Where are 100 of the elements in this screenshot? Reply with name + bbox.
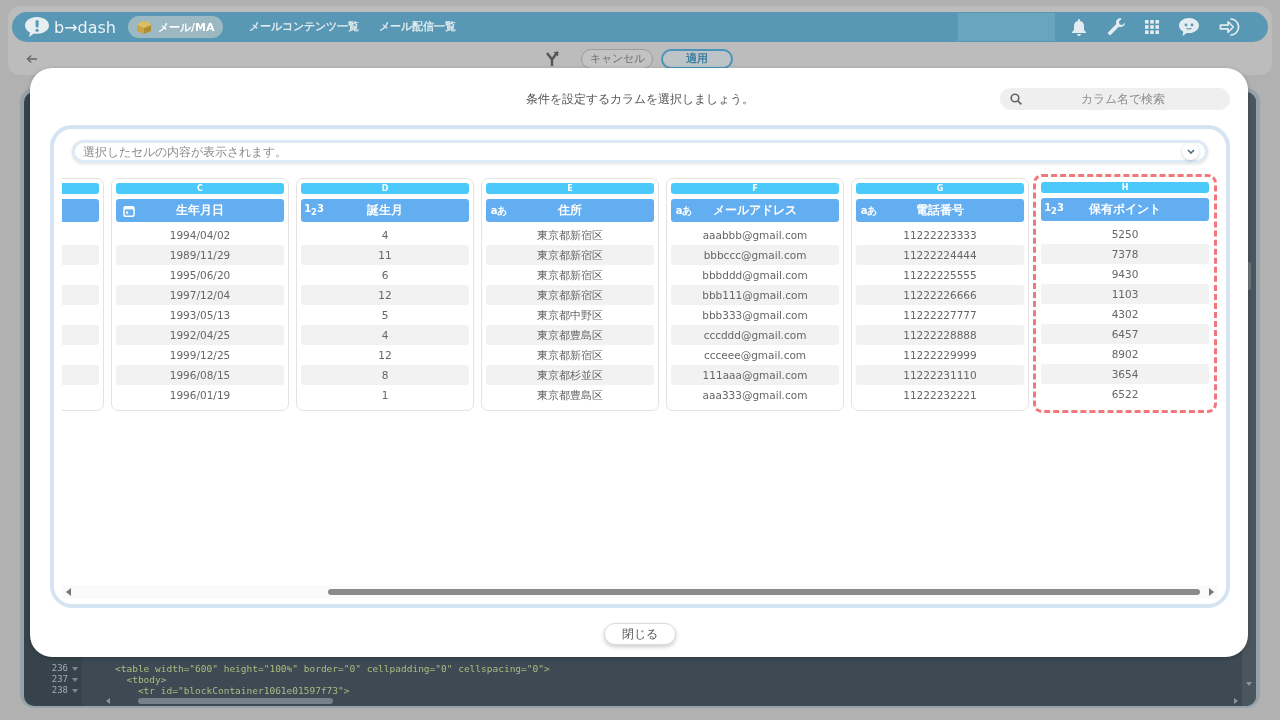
table-cell[interactable]: 6457	[1041, 324, 1209, 344]
wrench-icon[interactable]	[1106, 17, 1126, 37]
table-cell[interactable]: 11222225555	[856, 265, 1024, 285]
table-cell[interactable]: bbbccc@gmail.com	[671, 245, 839, 265]
search-icon	[1010, 93, 1022, 105]
table-cell[interactable]: 11222229999	[856, 345, 1024, 365]
table-cell[interactable]: 東京都豊島区	[486, 325, 654, 345]
table-cell[interactable]: 9430	[1041, 264, 1209, 284]
table-cell[interactable]: aaa333@gmail.com	[671, 385, 839, 405]
table-cell[interactable]: 1997/12/04	[116, 285, 284, 305]
close-button[interactable]: 閉じる	[604, 623, 676, 645]
table-cell[interactable]: 4	[301, 225, 469, 245]
table-cell[interactable]: 1103	[1041, 284, 1209, 304]
table-cell[interactable]: 1	[301, 385, 469, 405]
column-title: 保有ポイント	[1088, 201, 1162, 218]
column-card[interactable]: G aあ 電話番号 11222223333 11222224444 11222225555 11222226666 11222227777 11222228888 11222229999 11222231110 11222232221	[851, 178, 1029, 411]
column-letter: G	[856, 183, 1024, 194]
table-cell[interactable]: 東京都中野区	[486, 305, 654, 325]
speech-bubble-logo-icon	[24, 16, 50, 38]
chevron-down-icon	[1186, 149, 1195, 154]
table-cell[interactable]: 東京都豊島区	[486, 385, 654, 405]
text-type-glyph: aあ	[675, 205, 693, 216]
table-cell[interactable]: 7378	[1041, 244, 1209, 264]
scroll-left-arrow-icon[interactable]	[106, 698, 110, 704]
column-letter: C	[116, 183, 284, 194]
table-cell[interactable]: 1989/11/29	[116, 245, 284, 265]
scroll-right-arrow-icon[interactable]	[1234, 698, 1238, 704]
table-cell[interactable]: 6522	[1041, 384, 1209, 404]
column-letter: H	[1041, 182, 1209, 193]
scroll-down-arrow-icon[interactable]	[1246, 682, 1252, 686]
scrollbar-thumb[interactable]	[328, 589, 1200, 595]
column-title: 住所	[556, 202, 583, 219]
table-cell[interactable]: bbb333@gmail.com	[671, 305, 839, 325]
scroll-left-arrow-icon[interactable]	[66, 588, 71, 596]
table-cell[interactable]: 1993/05/13	[116, 305, 284, 325]
line-number: 238	[50, 685, 68, 696]
column-card[interactable]: C 生年月日 1994/04/02 1989/11/29 1995/06/20 1997/12/04 1993/05/13 1992/04/25 1999/12/25 1996/08/15 1996/01/19	[111, 178, 289, 411]
arrow-into-circle-icon[interactable]	[1219, 17, 1240, 37]
table-cell[interactable]: 11222224444	[856, 245, 1024, 265]
table-cell[interactable]: 11222223333	[856, 225, 1024, 245]
scroll-right-arrow-icon[interactable]	[1209, 588, 1214, 596]
line-number: 236	[50, 663, 68, 674]
column-letter: D	[301, 183, 469, 194]
text-type-glyph: aあ	[490, 205, 508, 216]
table-cell[interactable]: 1992/04/25	[116, 325, 284, 345]
table-cell[interactable]: bbbddd@gmail.com	[671, 265, 839, 285]
column-letter: F	[671, 183, 839, 194]
table-cell[interactable]: 8	[301, 365, 469, 385]
merge-arrow-icon[interactable]	[545, 50, 559, 67]
table-cell[interactable]: 東京都新宿区	[486, 245, 654, 265]
table-cell[interactable]: 11	[301, 245, 469, 265]
table-cell[interactable]: 1996/01/19	[116, 385, 284, 405]
box-icon	[136, 20, 152, 34]
column-title: 誕生月	[366, 202, 404, 219]
table-cell[interactable]: 8902	[1041, 344, 1209, 364]
code-line: <tbody>	[125, 674, 167, 685]
table-cell[interactable]: 11222227777	[856, 305, 1024, 325]
table-cell[interactable]: 4302	[1041, 304, 1209, 324]
table-cell[interactable]: ccceee@gmail.com	[671, 345, 839, 365]
column-card[interactable]: H 1$_{2}$3 保有ポイント 5250 7378 9430 1103 4302 6457 8902 3654 6522	[1033, 174, 1217, 413]
table-cell[interactable]: aaabbb@gmail.com	[671, 225, 839, 245]
table-cell[interactable]: 11222228888	[856, 325, 1024, 345]
table-cell[interactable]: 12	[301, 285, 469, 305]
scrollbar-thumb[interactable]	[138, 698, 333, 704]
table-cell[interactable]: 3654	[1041, 364, 1209, 384]
table-cell[interactable]: 1995/06/20	[116, 265, 284, 285]
column-card[interactable]: D 1$_{2}$3 誕生月 4 11 6 12 5 4 12 8 1	[296, 178, 474, 411]
table-cell[interactable]: 1999/12/25	[116, 345, 284, 365]
chat-face-icon[interactable]	[1178, 17, 1200, 37]
back-arrow-icon[interactable]	[26, 53, 38, 64]
bell-icon[interactable]	[1071, 18, 1087, 36]
table-cell[interactable]: 5250	[1041, 224, 1209, 244]
table-cell[interactable]: 111aaa@gmail.com	[671, 365, 839, 385]
table-cell[interactable]: 東京都新宿区	[486, 345, 654, 365]
table-cell[interactable]: 11222232221	[856, 385, 1024, 405]
code-line: <table width="600" height="100%" border="0" cellpadding="0" cellspacing="0">	[115, 663, 550, 674]
grid-icon[interactable]	[1145, 20, 1159, 34]
table-cell[interactable]: 東京都新宿区	[486, 265, 654, 285]
table-cell[interactable]: 東京都新宿区	[486, 225, 654, 245]
table-cell[interactable]: 4	[301, 325, 469, 345]
table-cell[interactable]: 東京都新宿区	[486, 285, 654, 305]
table-cell[interactable]: 5	[301, 305, 469, 325]
table-cell[interactable]: bbb111@gmail.com	[671, 285, 839, 305]
column-title: 生年月日	[175, 202, 225, 219]
table-cell[interactable]: cccddd@gmail.com	[671, 325, 839, 345]
table-cell[interactable]: 11222226666	[856, 285, 1024, 305]
line-number: 237	[50, 674, 68, 685]
table-cell[interactable]: 12	[301, 345, 469, 365]
table-cell[interactable]: 1996/08/15	[116, 365, 284, 385]
search-field[interactable]: カラム名で検索	[1000, 88, 1230, 110]
column-card[interactable]: F aあ メールアドレス aaabbb@gmail.com bbbccc@gmail.com bbbddd@gmail.com bbb111@gmail.com bbb333@gmail.com cccddd@gmail.com ccceee@gmail.com 111aaa@gmail.com aaa333@gmail.com	[666, 178, 844, 411]
column-card[interactable]: E aあ 住所 東京都新宿区 東京都新宿区 東京都新宿区 東京都新宿区 東京都中野区 東京都豊島区 東京都新宿区 東京都杉並区 東京都豊島区	[481, 178, 659, 411]
table-cell[interactable]: 6	[301, 265, 469, 285]
table-cell[interactable]: 1994/04/02	[116, 225, 284, 245]
table-cell[interactable]: 11222231110	[856, 365, 1024, 385]
cancel-button[interactable]: キャンセル	[581, 48, 653, 69]
cell-content-field[interactable]: 選択したセルの内容が表示されます。	[72, 140, 1208, 163]
table-cell[interactable]: 東京都杉並区	[486, 365, 654, 385]
code-line: <tr id="blockContainer1061e01597f73">	[136, 685, 350, 696]
number-type-glyph: 1$_{2}$3	[304, 204, 324, 217]
